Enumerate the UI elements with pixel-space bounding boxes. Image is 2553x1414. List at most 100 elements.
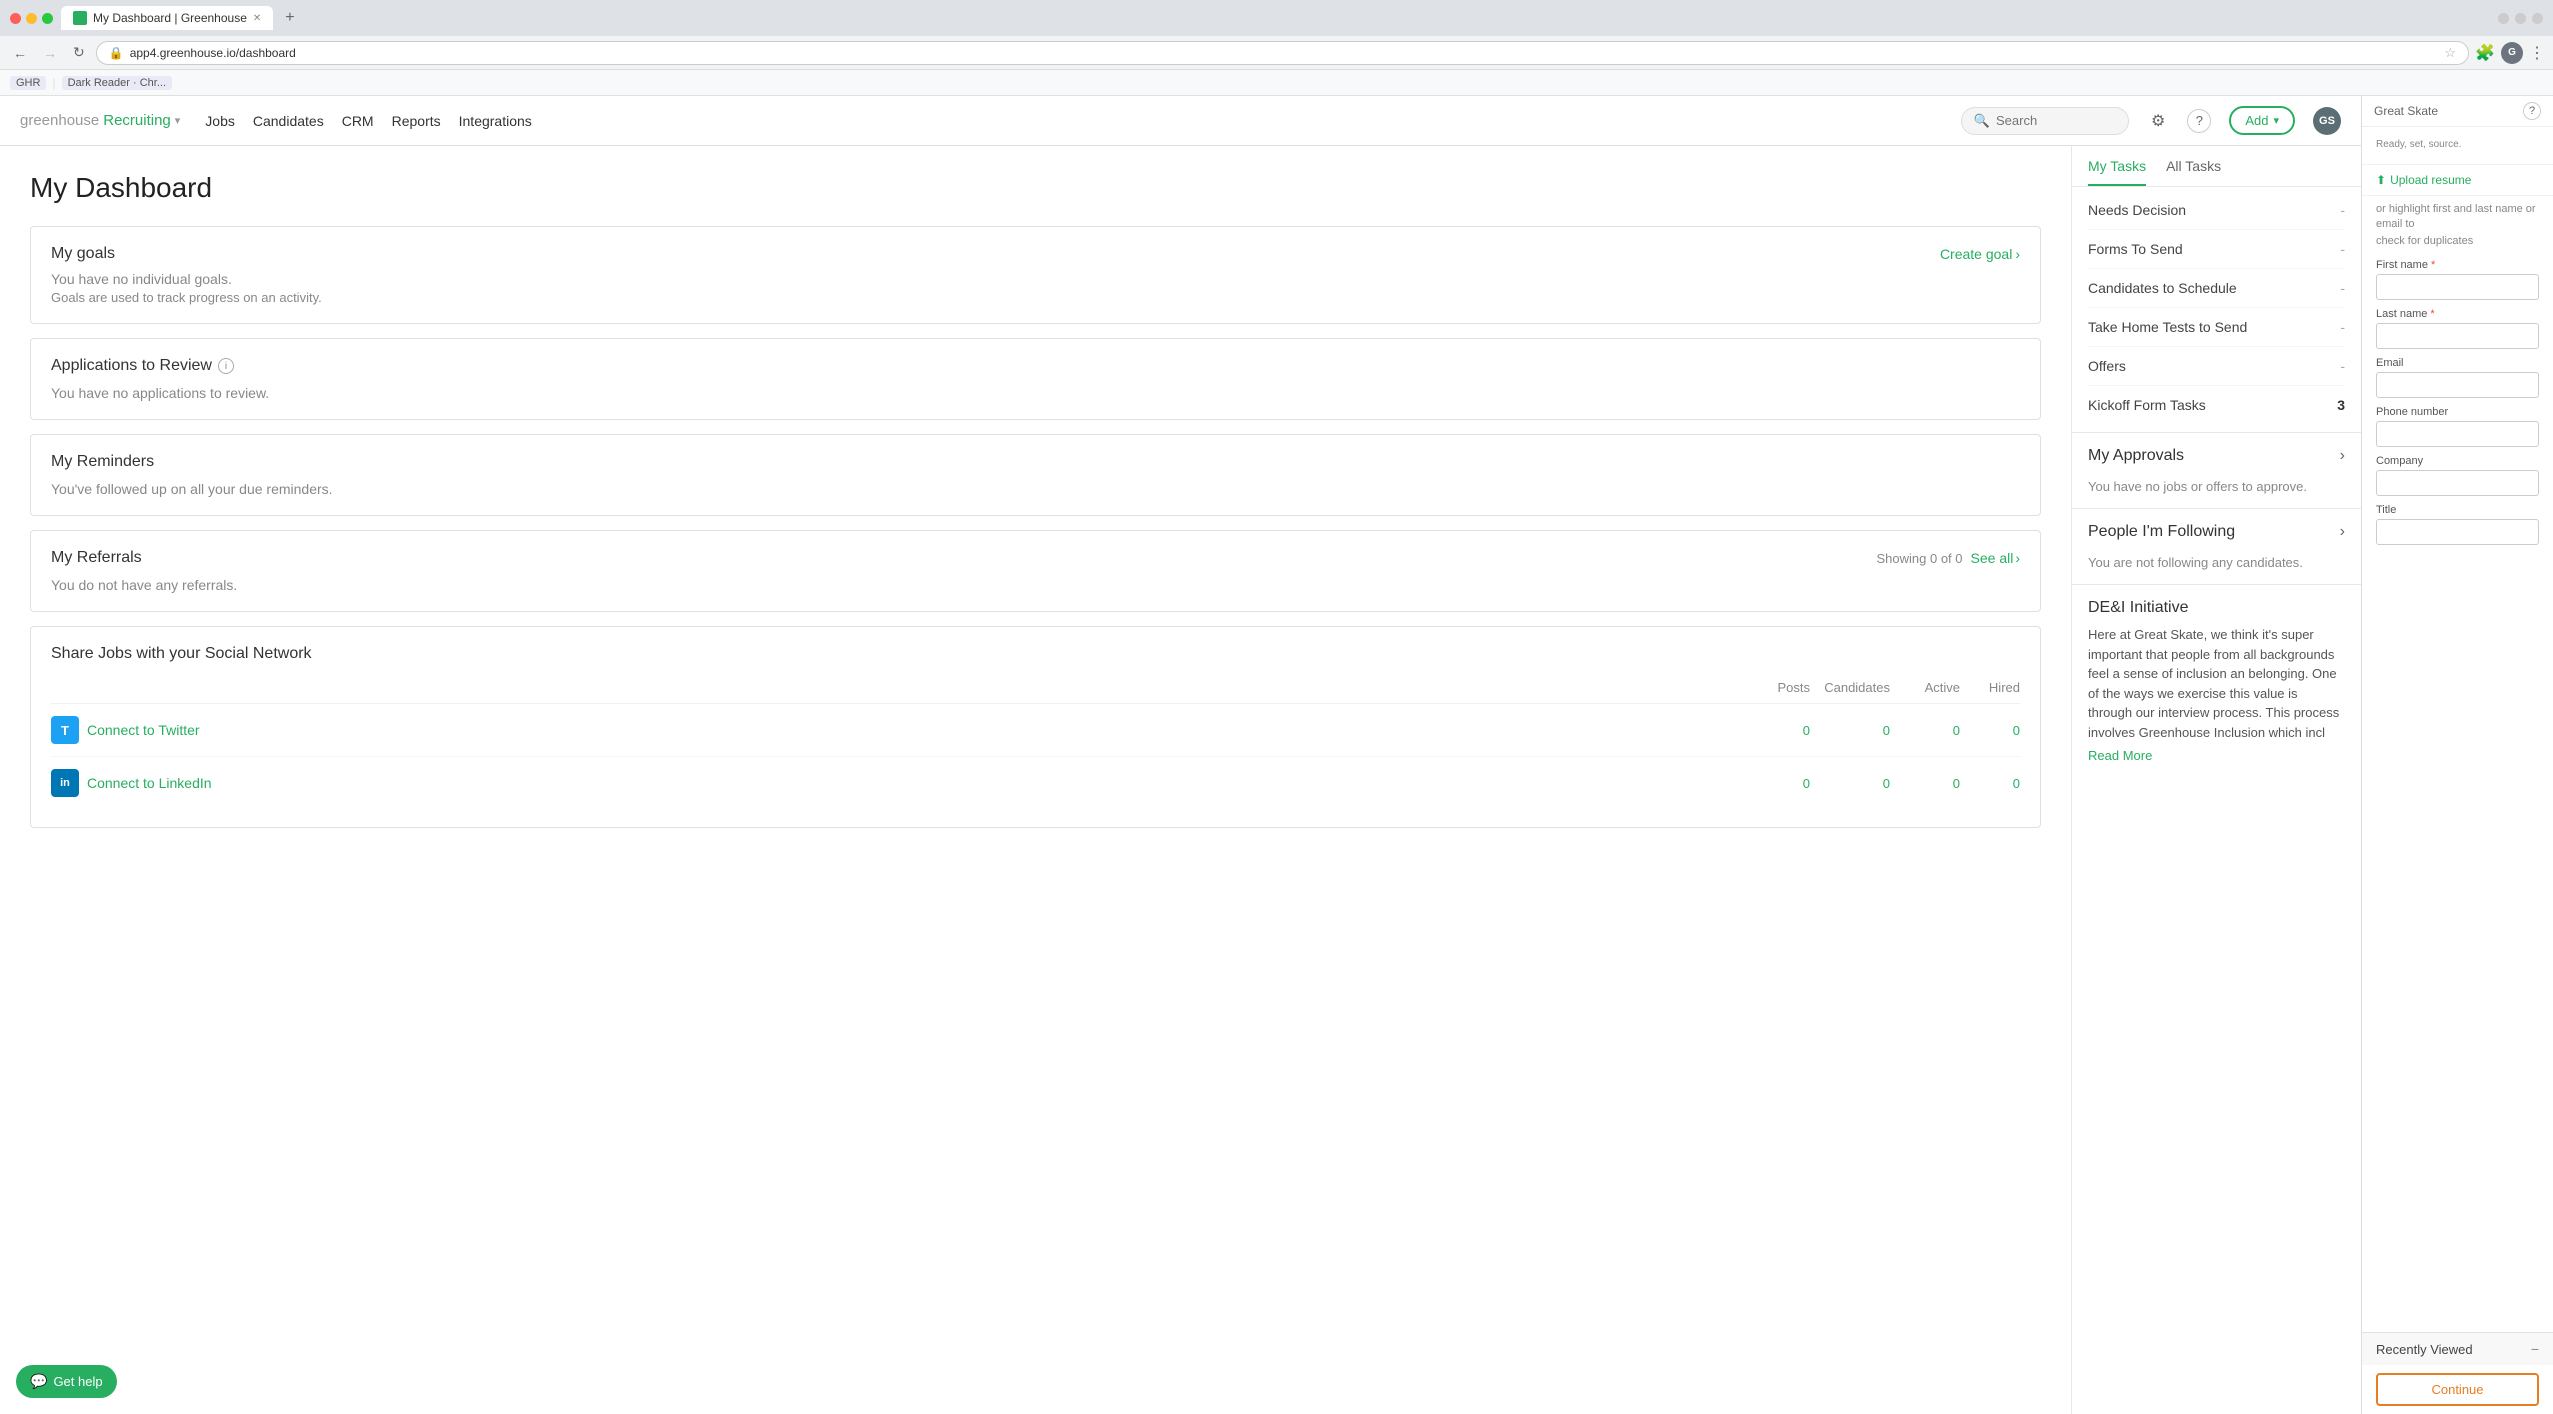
add-button-label: Add [2245,113,2268,128]
right-panel-help-icon[interactable]: ? [2523,102,2541,120]
form-field-firstname: First name * [2362,255,2553,304]
task-offers-label: Offers [2088,358,2126,374]
nav-crm[interactable]: CRM [335,108,381,134]
approvals-title: My Approvals [2088,447,2184,465]
ext-divider: | [52,76,55,90]
linkedin-hired: 0 [1960,776,2020,791]
search-input[interactable] [1996,113,2116,128]
tab-close-icon[interactable]: ✕ [253,13,261,24]
phone-input[interactable] [2376,421,2539,447]
applications-card: Applications to Review i You have no app… [30,338,2041,420]
referrals-card: My Referrals Showing 0 of 0 See all › Yo… [30,530,2041,612]
twitter-hired: 0 [1960,723,2020,738]
or-text: or highlight first and last name or emai… [2362,196,2553,235]
lastname-label: Last name * [2376,308,2539,320]
nav-integrations[interactable]: Integrations [452,108,539,134]
ext-tag-dark[interactable]: Dark Reader · Chr... [62,76,172,90]
brand[interactable]: greenhouse Recruiting ▾ [20,112,180,129]
brand-text-green: Recruiting [103,112,171,129]
form-field-company: Company [2362,451,2553,500]
dei-read-more-link[interactable]: Read More [2088,748,2152,763]
tasks-tabs: My Tasks All Tasks [2072,146,2361,187]
task-needs-decision[interactable]: Needs Decision - [2088,191,2345,230]
dot-yellow[interactable] [26,13,37,24]
connect-linkedin-link[interactable]: Connect to LinkedIn [87,775,212,791]
col-network [51,680,1740,695]
create-goal-arrow: › [2015,246,2020,262]
browser-tab[interactable]: My Dashboard | Greenhouse ✕ [61,6,273,30]
continue-button[interactable]: Continue [2376,1373,2539,1406]
reminders-card: My Reminders You've followed up on all y… [30,434,2041,516]
approvals-panel: My Approvals › You have no jobs or offer… [2072,432,2361,509]
create-goal-link[interactable]: Create goal › [1940,246,2020,262]
tab-favicon [73,11,87,25]
dot-green[interactable] [42,13,53,24]
social-row-linkedin: in Connect to LinkedIn 0 0 0 0 [51,757,2020,809]
brand-dropdown-icon[interactable]: ▾ [175,114,181,127]
see-all-link[interactable]: See all › [1971,550,2020,566]
right-panel-title-section: Ready, set, source. Ready, set, source. [2362,127,2553,165]
firstname-input[interactable] [2376,274,2539,300]
nav-jobs[interactable]: Jobs [198,108,242,134]
back-button[interactable]: ← [8,43,32,63]
col-posts: Posts [1740,680,1810,695]
task-take-home-tests[interactable]: Take Home Tests to Send - [2088,308,2345,347]
add-button[interactable]: Add ▾ [2229,106,2295,135]
company-input[interactable] [2376,470,2539,496]
address-bar[interactable]: 🔒 app4.greenhouse.io/dashboard ☆ [96,41,2469,65]
following-title-row[interactable]: People I'm Following › [2072,509,2361,555]
nav-reports[interactable]: Reports [385,108,448,134]
tasks-list: Needs Decision - Forms To Send - Candida… [2072,187,2361,428]
email-input[interactable] [2376,372,2539,398]
task-needs-decision-value: - [2340,202,2345,218]
lastname-input[interactable] [2376,323,2539,349]
user-avatar[interactable]: GS [2313,107,2341,135]
applications-info-icon[interactable]: i [218,358,234,374]
upload-label: Upload resume [2390,173,2471,187]
connect-twitter-link[interactable]: Connect to Twitter [87,722,200,738]
search-icon: 🔍 [1974,113,1990,129]
col-hired: Hired [1960,680,2020,695]
form-field-lastname: Last name * [2362,304,2553,353]
reminders-title: My Reminders [51,453,154,470]
user-avatar-browser[interactable]: G [2501,42,2523,64]
firstname-label: First name * [2376,259,2539,271]
tab-my-tasks[interactable]: My Tasks [2088,158,2146,186]
referrals-showing: Showing 0 of 0 [1877,551,1963,566]
task-candidates-value: - [2340,280,2345,296]
tasks-sidebar: My Tasks All Tasks Needs Decision - Form… [2071,146,2361,1414]
twitter-candidates: 0 [1810,723,1890,738]
following-title: People I'm Following [2088,523,2235,541]
browser-title-bar: My Dashboard | Greenhouse ✕ + [0,0,2553,36]
star-icon[interactable]: ☆ [2444,45,2456,61]
dot-red[interactable] [10,13,21,24]
task-tests-label: Take Home Tests to Send [2088,319,2247,335]
task-offers[interactable]: Offers - [2088,347,2345,386]
forward-button[interactable]: → [38,43,62,63]
task-candidates-label: Candidates to Schedule [2088,280,2237,296]
get-help-button[interactable]: 💬 Get help [16,1365,117,1398]
task-forms-to-send[interactable]: Forms To Send - [2088,230,2345,269]
title-input[interactable] [2376,519,2539,545]
following-panel: People I'm Following › You are not follo… [2072,509,2361,585]
settings-button[interactable]: ⚙ [2147,107,2169,135]
address-bar-row: ← → ↻ 🔒 app4.greenhouse.io/dashboard ☆ 🧩… [0,36,2553,70]
col-candidates: Candidates [1810,680,1890,695]
recently-viewed-close-icon[interactable]: − [2531,1341,2539,1357]
nav-candidates[interactable]: Candidates [246,108,331,134]
help-button[interactable]: ? [2187,109,2211,133]
extensions-icon[interactable]: 🧩 [2475,43,2495,63]
approvals-empty: You have no jobs or offers to approve. [2072,479,2361,508]
upload-resume-btn[interactable]: ⬆ Upload resume [2362,165,2553,196]
task-kickoff-forms[interactable]: Kickoff Form Tasks 3 [2088,386,2345,424]
approvals-title-row[interactable]: My Approvals › [2072,433,2361,479]
more-icon[interactable]: ⋮ [2529,43,2545,63]
add-tab-button[interactable]: + [281,9,298,27]
refresh-button[interactable]: ↻ [68,42,90,63]
address-text[interactable]: app4.greenhouse.io/dashboard [130,46,2439,60]
task-candidates-schedule[interactable]: Candidates to Schedule - [2088,269,2345,308]
twitter-active: 0 [1890,723,1960,738]
ext-tag-ghr[interactable]: GHR [10,76,46,90]
search-bar[interactable]: 🔍 [1961,107,2129,135]
tab-all-tasks[interactable]: All Tasks [2166,158,2221,186]
